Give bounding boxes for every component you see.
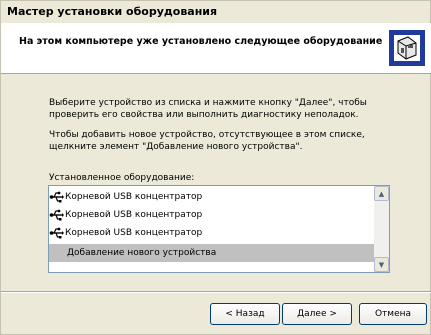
installed-hardware-list[interactable]: Корневой USB концентратор Корневой USB к… <box>48 185 390 273</box>
footer-divider <box>1 291 431 293</box>
usb-icon <box>49 191 64 203</box>
list-item-label: Корневой USB концентратор <box>65 192 203 202</box>
scroll-down-arrow-icon[interactable]: ▼ <box>374 257 389 272</box>
list-scrollbar[interactable]: ▲ ▼ <box>374 186 389 272</box>
instructions-text: Выберите устройство из списка и нажмите … <box>49 98 367 120</box>
list-item[interactable]: Корневой USB концентратор <box>49 188 374 206</box>
hardware-wizard-icon <box>389 30 425 66</box>
scroll-up-arrow-icon[interactable]: ▲ <box>374 186 389 201</box>
list-item-label: Добавление нового устройства <box>67 248 217 258</box>
wizard-window: Мастер установки оборудования На этом ко… <box>0 0 431 335</box>
list-item-add-new-device[interactable]: Добавление нового устройства <box>49 244 374 262</box>
list-item[interactable]: Корневой USB концентратор <box>49 206 374 224</box>
header-title: На этом компьютере уже установлено следу… <box>19 36 383 47</box>
usb-icon <box>49 209 64 221</box>
list-item[interactable]: Корневой USB концентратор <box>49 224 374 242</box>
list-item-label: Корневой USB концентратор <box>65 210 203 220</box>
installed-hardware-label: Установленное оборудование: <box>49 173 195 183</box>
next-button[interactable]: Далее > <box>282 303 352 325</box>
cancel-button[interactable]: Отмена <box>359 303 427 325</box>
title-bar: Мастер установки оборудования <box>1 1 430 23</box>
list-item-label: Корневой USB концентратор <box>65 228 203 238</box>
usb-icon <box>49 227 64 239</box>
window-title: Мастер установки оборудования <box>7 5 218 18</box>
back-button[interactable]: < Назад <box>210 303 280 325</box>
wizard-header: На этом компьютере уже установлено следу… <box>1 23 431 74</box>
add-device-hint: Чтобы добавить новое устройство, отсутст… <box>49 130 365 152</box>
